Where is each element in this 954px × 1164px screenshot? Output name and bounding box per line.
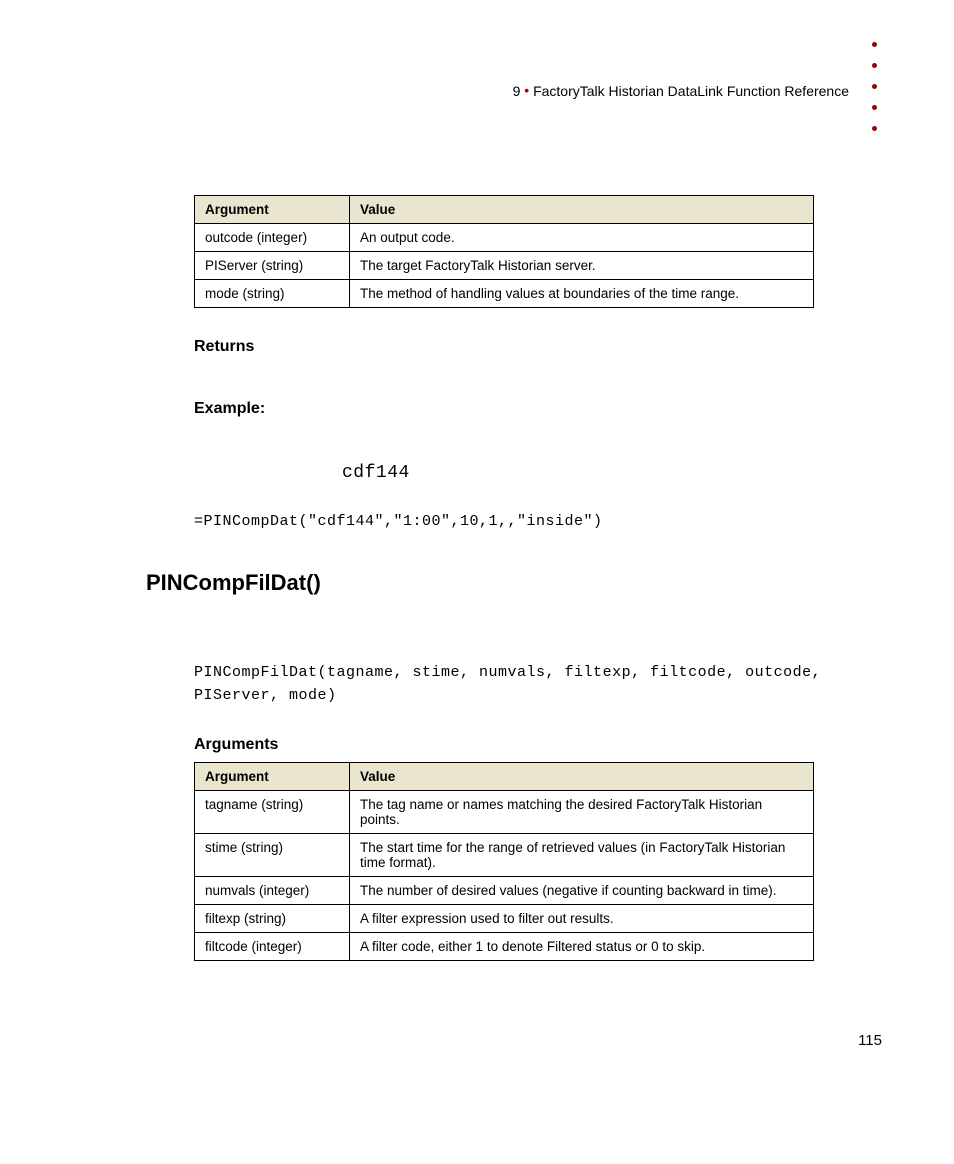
arg-name: stime (string) xyxy=(195,833,350,876)
example-value: cdf144 xyxy=(342,463,882,483)
arg-value: The tag name or names matching the desir… xyxy=(350,790,814,833)
running-header: 9 • FactoryTalk Historian DataLink Funct… xyxy=(513,82,849,99)
arg-value: The start time for the range of retrieve… xyxy=(350,833,814,876)
arg-name: outcode (integer) xyxy=(195,224,350,252)
table-row: outcode (integer) An output code. xyxy=(195,224,814,252)
returns-heading: Returns xyxy=(194,338,882,356)
decorative-dots xyxy=(872,42,877,131)
arg-name: filtcode (integer) xyxy=(195,932,350,960)
arg-value: A filter code, either 1 to denote Filter… xyxy=(350,932,814,960)
arguments-table-bottom: Argument Value tagname (string) The tag … xyxy=(194,762,814,961)
col-header-argument: Argument xyxy=(195,196,350,224)
content-area: Argument Value outcode (integer) An outp… xyxy=(194,195,882,961)
table-row: mode (string) The method of handling val… xyxy=(195,280,814,308)
chapter-number: 9 xyxy=(513,83,521,99)
arg-name: filtexp (string) xyxy=(195,904,350,932)
arg-name: PIServer (string) xyxy=(195,252,350,280)
bullet-icon: • xyxy=(524,82,533,98)
table-row: tagname (string) The tag name or names m… xyxy=(195,790,814,833)
example-heading: Example: xyxy=(194,400,882,418)
col-header-value: Value xyxy=(350,196,814,224)
arg-value: The number of desired values (negative i… xyxy=(350,876,814,904)
col-header-value: Value xyxy=(350,762,814,790)
arg-value: The method of handling values at boundar… xyxy=(350,280,814,308)
arg-value: An output code. xyxy=(350,224,814,252)
page: 9 • FactoryTalk Historian DataLink Funct… xyxy=(0,0,954,1164)
example-code: =PINCompDat("cdf144","1:00",10,1,,"insid… xyxy=(194,513,882,530)
arg-name: numvals (integer) xyxy=(195,876,350,904)
function-syntax: PINCompFilDat(tagname, stime, numvals, f… xyxy=(194,661,882,708)
function-title: PINCompFilDat() xyxy=(146,570,882,596)
chapter-title: FactoryTalk Historian DataLink Function … xyxy=(533,83,849,99)
table-row: PIServer (string) The target FactoryTalk… xyxy=(195,252,814,280)
arg-name: mode (string) xyxy=(195,280,350,308)
page-number: 115 xyxy=(858,1032,882,1049)
table-row: filtcode (integer) A filter code, either… xyxy=(195,932,814,960)
col-header-argument: Argument xyxy=(195,762,350,790)
table-row: numvals (integer) The number of desired … xyxy=(195,876,814,904)
arg-value: A filter expression used to filter out r… xyxy=(350,904,814,932)
arg-value: The target FactoryTalk Historian server. xyxy=(350,252,814,280)
arguments-table-top: Argument Value outcode (integer) An outp… xyxy=(194,195,814,308)
arguments-heading: Arguments xyxy=(194,736,882,754)
table-row: filtexp (string) A filter expression use… xyxy=(195,904,814,932)
arg-name: tagname (string) xyxy=(195,790,350,833)
table-row: stime (string) The start time for the ra… xyxy=(195,833,814,876)
